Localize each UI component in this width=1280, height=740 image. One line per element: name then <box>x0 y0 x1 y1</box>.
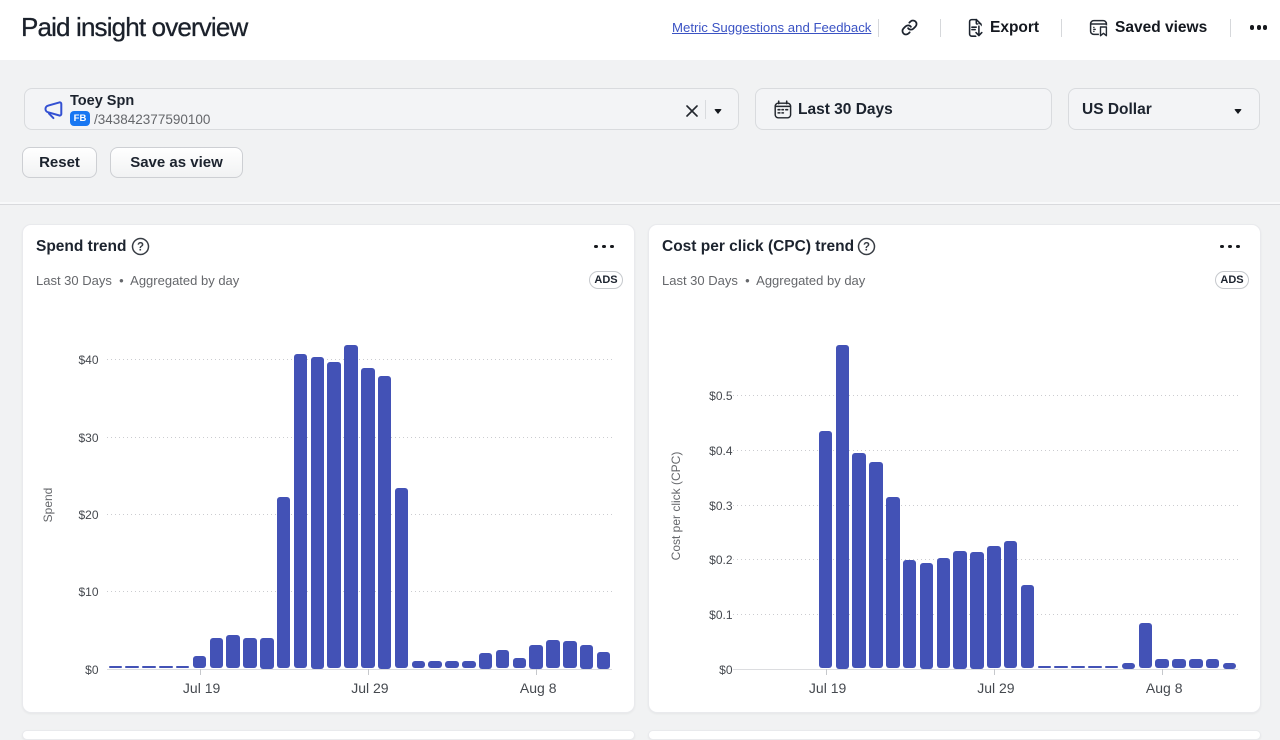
svg-text:?: ? <box>136 242 143 254</box>
svg-text:?: ? <box>862 242 869 254</box>
